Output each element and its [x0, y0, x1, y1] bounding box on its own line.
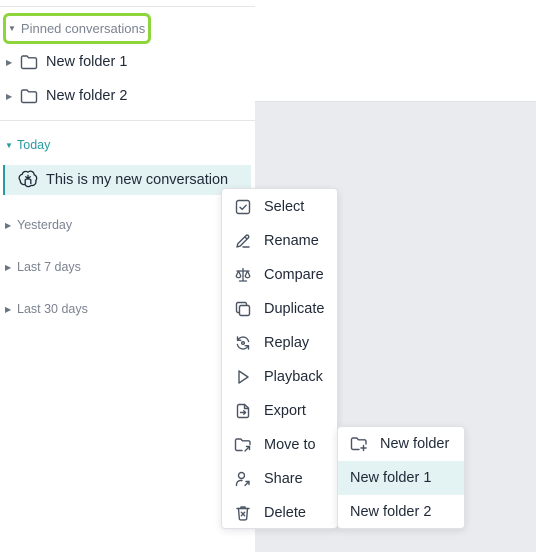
folder-plus-icon: [350, 435, 368, 453]
folder-icon: [20, 54, 38, 70]
menu-item-label: Duplicate: [264, 301, 325, 317]
submenu-item-label: New folder: [380, 436, 450, 452]
section-last-30-days[interactable]: ▶ Last 30 days: [0, 298, 88, 320]
folder-item-1[interactable]: ▶ New folder 1: [0, 47, 255, 77]
caret-right-icon: ▶: [5, 262, 12, 272]
divider: [0, 120, 255, 121]
copy-icon: [234, 300, 252, 318]
section-yesterday[interactable]: ▶ Yesterday: [0, 214, 72, 236]
menu-item-label: Rename: [264, 233, 319, 249]
section-last-7-days[interactable]: ▶ Last 7 days: [0, 256, 81, 278]
play-icon: [234, 368, 252, 386]
move-to-submenu: New folder New folder 1 New folder 2: [337, 426, 465, 529]
caret-right-icon: ▶: [5, 304, 12, 314]
menu-item-move-to[interactable]: Move to: [222, 428, 337, 462]
menu-item-delete[interactable]: Delete: [222, 496, 337, 530]
conversation-label: This is my new conversation: [46, 172, 229, 188]
submenu-item-label: New folder 2: [350, 504, 432, 520]
menu-item-label: Share: [264, 471, 303, 487]
section-today[interactable]: ▼ Today: [0, 134, 50, 156]
main-header: [255, 0, 536, 102]
menu-item-label: Playback: [264, 369, 323, 385]
menu-item-replay[interactable]: Replay: [222, 326, 337, 360]
submenu-item-folder-1[interactable]: New folder 1: [338, 461, 464, 495]
menu-item-label: Delete: [264, 505, 306, 521]
caret-right-icon: ▶: [6, 91, 13, 101]
section-label: Yesterday: [17, 218, 73, 232]
divider: [0, 6, 255, 7]
pencil-icon: [234, 232, 252, 250]
trash-icon: [234, 504, 252, 522]
caret-right-icon: ▶: [6, 57, 13, 67]
folder-label: New folder 1: [46, 54, 128, 70]
caret-right-icon: ▶: [5, 220, 12, 230]
menu-item-select[interactable]: Select: [222, 190, 337, 224]
menu-item-rename[interactable]: Rename: [222, 224, 337, 258]
submenu-item-label: New folder 1: [350, 470, 432, 486]
section-label: Last 7 days: [17, 260, 81, 274]
menu-item-share[interactable]: Share: [222, 462, 337, 496]
sidebar: ▼ Pinned conversations ▶ New folder 1 ▶ …: [0, 0, 255, 552]
submenu-item-new-folder[interactable]: New folder: [338, 427, 464, 461]
menu-item-compare[interactable]: Compare: [222, 258, 337, 292]
menu-item-playback[interactable]: Playback: [222, 360, 337, 394]
folder-icon: [20, 88, 38, 104]
replay-icon: [234, 334, 252, 352]
section-label: Last 30 days: [17, 302, 88, 316]
menu-item-label: Export: [264, 403, 306, 419]
menu-item-label: Move to: [264, 437, 316, 453]
checkbox-icon: [234, 198, 252, 216]
folder-label: New folder 2: [46, 88, 128, 104]
conversation-item[interactable]: This is my new conversation: [3, 165, 251, 195]
pinned-conversations-label: Pinned conversations: [20, 21, 146, 36]
context-menu: Select Rename Compare Duplicate Replay P…: [221, 188, 338, 529]
pinned-conversations-header[interactable]: ▼ Pinned conversations: [3, 13, 151, 44]
export-icon: [234, 402, 252, 420]
caret-down-icon: ▼: [5, 140, 13, 150]
scale-icon: [234, 266, 252, 284]
folder-item-2[interactable]: ▶ New folder 2: [0, 81, 255, 111]
menu-item-label: Compare: [264, 267, 324, 283]
menu-item-export[interactable]: Export: [222, 394, 337, 428]
menu-item-label: Select: [264, 199, 305, 215]
caret-down-icon: ▼: [8, 24, 16, 33]
menu-item-duplicate[interactable]: Duplicate: [222, 292, 337, 326]
folder-move-icon: [234, 436, 252, 454]
share-user-icon: [234, 470, 252, 488]
openai-icon: [18, 170, 38, 190]
menu-item-label: Replay: [264, 335, 310, 351]
submenu-item-folder-2[interactable]: New folder 2: [338, 495, 464, 529]
section-label: Today: [17, 138, 51, 152]
